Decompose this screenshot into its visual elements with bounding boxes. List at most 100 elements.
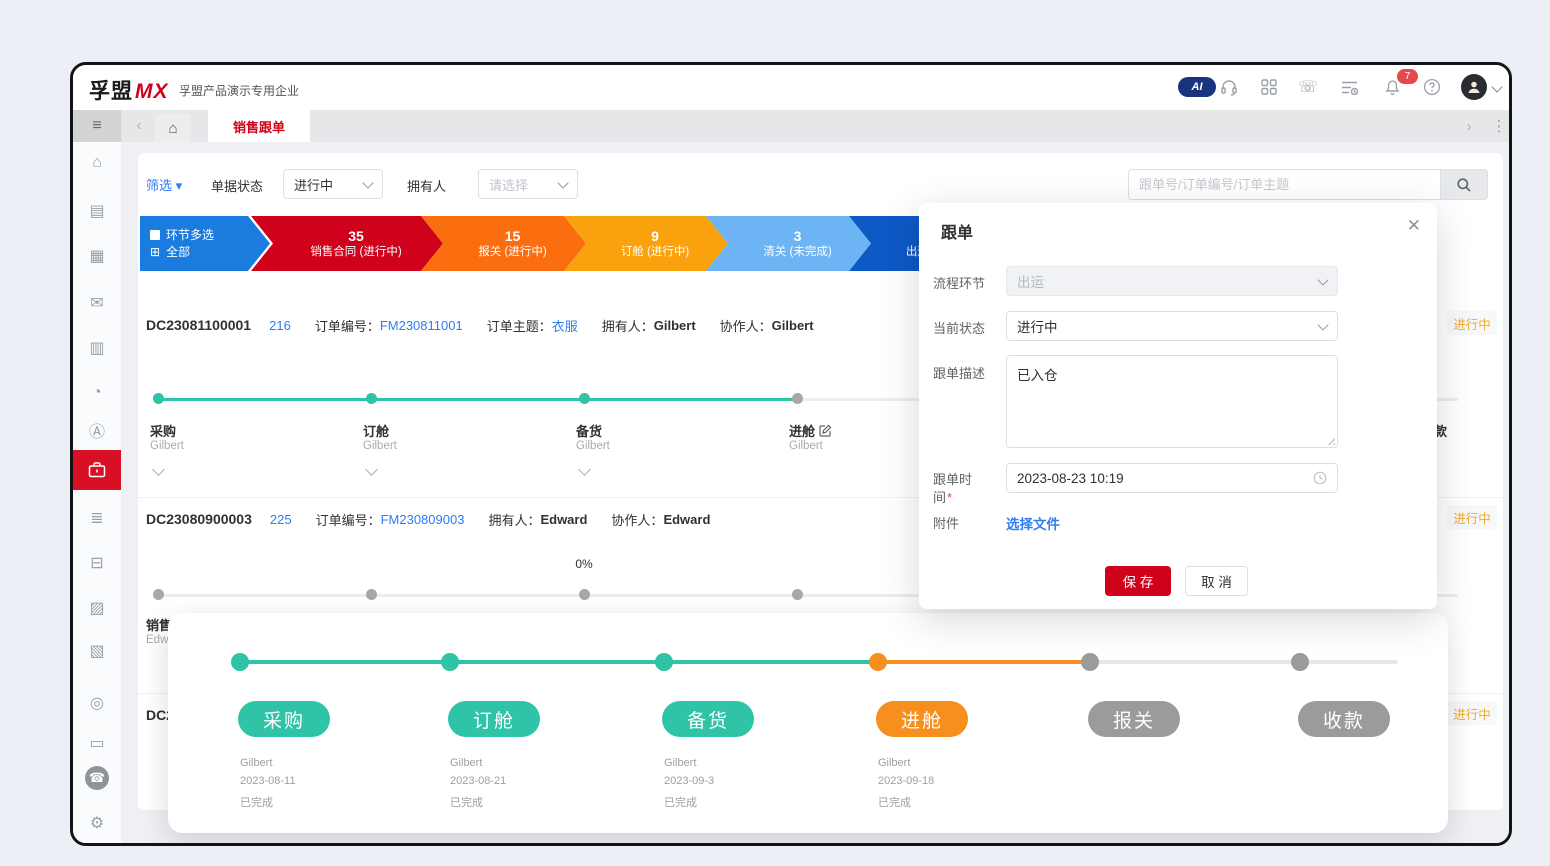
popup-stage-pill-loading[interactable]: 进舱 <box>876 701 968 737</box>
followup-time-input[interactable]: 2023-08-23 10:19 <box>1006 463 1338 493</box>
owner-name: Gilbert <box>654 318 696 333</box>
ledger-icon[interactable]: ▧ <box>73 636 121 666</box>
documents-icon[interactable]: ≣ <box>73 503 121 533</box>
popup-line-current <box>878 660 1090 664</box>
order-subject-link[interactable]: 衣服 <box>552 316 578 335</box>
tabbar: ≡ ‹ ⌂ 销售跟单 › ⋮ <box>73 110 1509 142</box>
avatar-caret-icon[interactable] <box>1491 81 1502 92</box>
doc-status-label: 单据状态 <box>211 176 263 195</box>
doc-status-select[interactable]: 进行中 <box>283 169 383 199</box>
order-days-link[interactable]: 225 <box>270 512 292 527</box>
tab-scroll-right-icon[interactable]: › <box>1458 110 1480 142</box>
edit-icon[interactable] <box>819 424 832 437</box>
stage-expand-icon[interactable] <box>152 463 165 476</box>
topbar: 孚盟MX 孚盟产品演示专用企业 AI ☏ 7 <box>73 65 1509 111</box>
popup-stage-status: 已完成 <box>878 794 911 810</box>
whatsapp-icon[interactable]: ☎ <box>73 763 121 793</box>
menu-hamburger-icon[interactable]: ≡ <box>73 110 121 142</box>
save-button[interactable]: 保 存 <box>1105 566 1171 596</box>
popup-stage-person: Gilbert <box>878 757 910 769</box>
popup-stage-status: 已完成 <box>240 794 273 810</box>
popup-stage-status: 已完成 <box>450 794 483 810</box>
owner-select[interactable]: 请选择 <box>478 169 578 199</box>
popup-stage-pill-payment[interactable]: 收款 <box>1298 701 1390 737</box>
timeline-dot <box>153 393 164 404</box>
required-mark: * <box>947 490 952 505</box>
popup-stage-pill-customs[interactable]: 报关 <box>1088 701 1180 737</box>
logistics-icon[interactable]: ⊟ <box>73 548 121 578</box>
description-label: 跟单描述 <box>933 363 985 382</box>
stage-filter-clearance[interactable]: 3 清关 (未完成) <box>706 216 871 271</box>
popup-stage-pill-booking[interactable]: 订舱 <box>448 701 540 737</box>
card-icon[interactable]: ▭ <box>73 728 121 758</box>
stage-name: 采购 <box>150 421 176 440</box>
compass-icon[interactable]: ◔ <box>73 378 121 408</box>
stage-filter-booking[interactable]: 9 订舱 (进行中) <box>564 216 728 271</box>
order-row-header: DC23081100001 216 订单编号： FM230811001 订单主题… <box>146 313 814 337</box>
popup-stage-date: 2023-09-18 <box>878 775 934 787</box>
owner-label: 拥有人 <box>407 176 446 195</box>
stage-expand-icon[interactable] <box>365 463 378 476</box>
home-tab-icon[interactable]: ⌂ <box>155 114 191 142</box>
close-icon[interactable]: ✕ <box>1407 217 1421 234</box>
checkbox-icon[interactable] <box>150 230 160 240</box>
contacts-icon[interactable]: ▤ <box>73 196 121 226</box>
report-icon[interactable]: ▨ <box>73 593 121 623</box>
briefcase-icon <box>87 460 107 480</box>
cancel-button[interactable]: 取 消 <box>1185 566 1248 596</box>
stage-expand-icon[interactable] <box>578 463 591 476</box>
popup-stage-dot <box>1081 653 1099 671</box>
marketing-icon[interactable]: Ⓐ <box>73 415 121 445</box>
nav-back-icon[interactable]: ‹ <box>129 110 149 142</box>
resize-handle-icon[interactable] <box>1325 435 1335 445</box>
order-status-badge: 进行中 <box>1447 701 1497 725</box>
order-no-link[interactable]: FM230809003 <box>381 512 465 527</box>
order-row-header: DC23080900003 225 订单编号： FM230809003 拥有人：… <box>146 507 710 531</box>
collaborator-name: Gilbert <box>772 318 814 333</box>
process-select[interactable]: 出运 <box>1006 266 1338 296</box>
stage-name: 进舱 <box>789 421 832 440</box>
ai-assistant-button[interactable]: AI <box>1178 77 1216 97</box>
choose-file-link[interactable]: 选择文件 <box>1006 513 1060 533</box>
order-days-link[interactable]: 216 <box>269 318 291 333</box>
orders-icon[interactable]: ▥ <box>73 333 121 363</box>
tab-sales-tracking[interactable]: 销售跟单 <box>208 110 310 142</box>
sidebar-item-trade-active[interactable] <box>73 450 121 490</box>
description-textarea[interactable]: 已入仓 <box>1006 355 1338 448</box>
search-button[interactable] <box>1440 169 1488 200</box>
home-icon[interactable]: ⌂ <box>73 148 121 178</box>
search-input[interactable] <box>1128 169 1440 200</box>
order-no-link[interactable]: FM230811001 <box>380 318 463 333</box>
popup-stage-status: 已完成 <box>664 794 697 810</box>
popup-stage-dot <box>655 653 673 671</box>
timeline-dot <box>579 393 590 404</box>
current-status-select[interactable]: 进行中 <box>1006 311 1338 341</box>
finance-icon[interactable]: ◎ <box>73 688 121 718</box>
popup-stage-date: 2023-08-11 <box>240 775 295 787</box>
stage-person: Gilbert <box>789 440 823 452</box>
org-structure-icon[interactable]: ▦ <box>73 241 121 271</box>
clock-icon[interactable] <box>1313 471 1327 485</box>
popup-stage-pill-purchase[interactable]: 采购 <box>238 701 330 737</box>
help-icon[interactable] <box>1421 76 1443 98</box>
user-avatar[interactable] <box>1461 74 1487 100</box>
mail-icon[interactable]: ✉ <box>73 288 121 318</box>
popup-line-done <box>240 660 878 664</box>
stage-filter-all[interactable]: 环节多选 ⊞全部 <box>140 216 270 271</box>
stage-filter-sales-contract[interactable]: 35 销售合同 (进行中) <box>251 216 443 271</box>
tab-more-icon[interactable]: ⋮ <box>1488 110 1510 142</box>
task-list-icon[interactable] <box>1338 76 1360 98</box>
filter-preset-button[interactable]: 筛选 ▾ <box>146 175 182 194</box>
popup-stage-pill-stocking[interactable]: 备货 <box>662 701 754 737</box>
popup-stage-person: Gilbert <box>450 757 482 769</box>
followup-time-label: 跟单时 <box>933 469 972 488</box>
headset-icon[interactable] <box>1218 76 1240 98</box>
apps-grid-icon[interactable] <box>1258 76 1280 98</box>
logo-text: 孚盟 <box>89 80 133 103</box>
followup-modal: 跟单 ✕ 流程环节 出运 当前状态 进行中 跟单描述 已入仓 跟单时 间* 20… <box>919 203 1437 609</box>
settings-icon[interactable]: ⚙ <box>73 808 121 838</box>
stage-filter-customs[interactable]: 15 报关 (进行中) <box>421 216 586 271</box>
logo-suffix: MX <box>135 80 169 103</box>
popup-stage-dot <box>869 653 887 671</box>
phone-icon[interactable]: ☏ <box>1297 76 1319 98</box>
